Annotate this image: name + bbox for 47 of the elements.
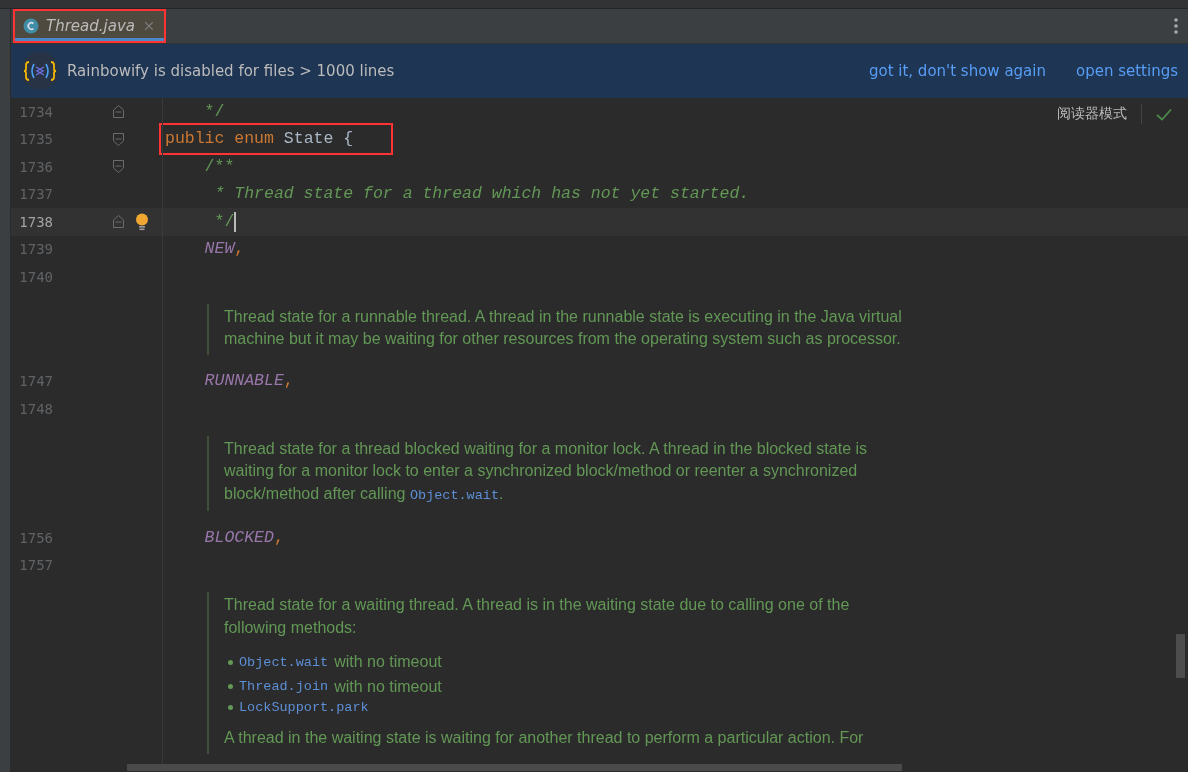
code-line: */ xyxy=(203,100,226,123)
doc-paragraph: A thread in the waiting state is waiting for another thread to perform a particular action. For xyxy=(224,728,865,748)
list-text: with no timeout xyxy=(334,676,442,697)
scrollbar-thumb[interactable] xyxy=(1176,634,1185,678)
code-line: RUNNABLE, xyxy=(203,370,295,393)
reader-mode-label[interactable]: 阅读器模式 xyxy=(1057,105,1127,123)
code-line: * Thread state for a thread which has not yet started. xyxy=(213,183,751,206)
code-line: BLOCKED, xyxy=(203,526,285,549)
code-link[interactable]: LockSupport.park xyxy=(239,700,369,715)
brackets-logo-icon xyxy=(21,52,59,90)
banner-link[interactable]: open settings xyxy=(1075,62,1178,80)
line-number: 1740 xyxy=(18,268,53,285)
editor-tab[interactable]: Thread.java xyxy=(13,9,166,43)
line-number: 1738 xyxy=(18,213,53,230)
banner-link[interactable]: got it, don't show again xyxy=(868,62,1046,80)
bullet-icon xyxy=(228,659,233,665)
line-number: 1736 xyxy=(18,158,53,175)
line-number: 1747 xyxy=(18,373,53,390)
code-link[interactable]: Object.wait xyxy=(409,487,499,503)
line-number: 1735 xyxy=(18,131,53,148)
line-number: 1757 xyxy=(18,557,53,574)
fold-icon[interactable] xyxy=(113,215,124,229)
close-icon[interactable] xyxy=(142,19,156,33)
bullet-icon xyxy=(228,705,233,710)
lightbulb-icon[interactable] xyxy=(135,212,149,231)
fold-icon[interactable] xyxy=(113,160,124,174)
code-link[interactable]: Object.wait xyxy=(239,654,329,670)
line-number: 1739 xyxy=(18,241,53,258)
bullet-icon xyxy=(228,684,233,690)
code-line: NEW, xyxy=(203,238,246,261)
class-file-icon xyxy=(23,18,39,34)
code-link[interactable]: Thread.join xyxy=(239,679,329,695)
doc-paragraph: Thread state for a waiting thread. A thread is in the waiting state due to calling one of the following methods: xyxy=(224,595,851,638)
line-number: 1734 xyxy=(18,103,53,120)
line-number: 1756 xyxy=(18,529,53,546)
doc-paragraph: Thread state for a thread blocked waiting for a monitor lock. A thread in the blocked state is waiting for a monitor lock to enter a synchronized block/method or reenter a synchronized block/method after calling Object.wait. xyxy=(224,438,869,505)
checkmark-icon xyxy=(1156,107,1172,121)
doc-paragraph: Thread state for a runnable thread. A thread in the runnable state is executing in the Java virtual machine but it may be waiting for other resources from the operating system such as processor. xyxy=(224,306,903,349)
line-number: 1748 xyxy=(18,400,53,417)
banner-message: Rainbowify is disabled for files > 1000 lines xyxy=(67,62,396,80)
line-number: 1737 xyxy=(18,186,53,203)
list-text: with no timeout xyxy=(334,652,442,672)
horizontal-scrollbar-thumb[interactable] xyxy=(127,764,902,771)
fold-icon[interactable] xyxy=(113,132,124,146)
more-options-icon[interactable] xyxy=(1174,18,1178,34)
code-line: /** xyxy=(203,155,236,178)
fold-icon[interactable] xyxy=(113,105,124,119)
